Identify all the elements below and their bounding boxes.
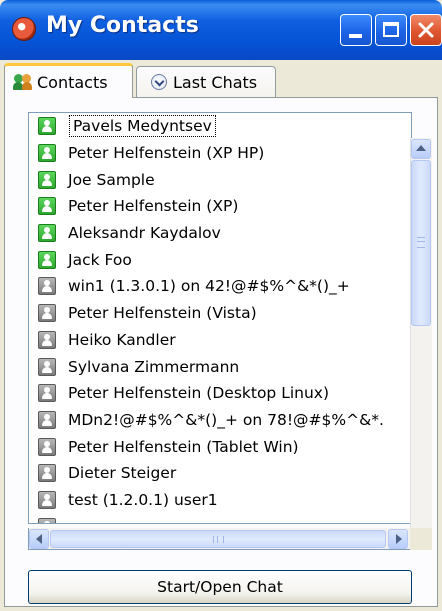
contact-name: Pavels Medyntsev — [69, 115, 216, 138]
contact-name: Peter Helfenstein (Tablet Win) — [68, 437, 299, 456]
maximize-icon — [383, 22, 399, 37]
minimize-button[interactable] — [340, 14, 372, 46]
horizontal-scrollbar-thumb[interactable] — [50, 530, 386, 548]
user-offline-icon — [38, 357, 56, 376]
contact-name: Peter Helfenstein (XP HP) — [68, 144, 265, 163]
tab-last-chats[interactable]: Last Chats — [136, 66, 276, 97]
arrow-left-icon — [36, 534, 42, 544]
user-online-icon — [38, 117, 56, 136]
contact-list-item[interactable]: Pavels Medyntsev — [29, 113, 411, 140]
contact-list-rows: Pavels Medyntsev Peter Helfenstein (XP HP… — [29, 113, 411, 523]
scroll-right-button[interactable] — [388, 529, 408, 549]
contact-name: MDn2!@#$%^&*()_+ on 78!@#$%^&*. — [68, 410, 384, 429]
user-online-icon — [38, 144, 56, 163]
arrow-right-icon — [396, 534, 402, 544]
user-offline-icon — [38, 464, 56, 483]
tab-bar: Contacts Last Chats — [0, 60, 442, 98]
contact-list-item[interactable]: Peter Helfenstein (Desktop Linux) — [29, 380, 411, 407]
contact-name: Peter Helfenstein (Desktop Linux) — [68, 384, 330, 403]
window-title: My Contacts — [46, 13, 199, 38]
user-offline-icon — [38, 330, 56, 349]
user-offline-icon — [38, 410, 56, 429]
contact-list-item[interactable]: Sylvana Zimmermann — [29, 353, 411, 380]
maximize-button[interactable] — [375, 14, 407, 46]
contact-name: Peter Helfenstein (Vista) — [68, 304, 257, 323]
vertical-scrollbar-thumb[interactable] — [411, 160, 431, 326]
contact-name: win1 (1.3.0.1) on 42!@#$%^&*()_+ — [68, 277, 350, 296]
contact-list-item[interactable]: test (1.2.0.1) user1 — [29, 487, 411, 514]
grip-icon — [417, 237, 425, 248]
contact-list-item[interactable]: Joe Sample — [29, 166, 411, 193]
user-online-icon — [38, 224, 56, 243]
title-bar[interactable]: My Contacts — [0, 0, 442, 60]
user-online-icon — [38, 250, 56, 269]
arrow-up-icon — [416, 145, 426, 151]
contact-name: Aleksandr Kaydalov — [68, 224, 221, 243]
contact-list-item[interactable]: Peter Helfenstein (Vista) — [29, 300, 411, 327]
scrollbar-corner — [410, 528, 432, 550]
scroll-up-button[interactable] — [411, 139, 431, 159]
contact-list-item[interactable] — [29, 513, 411, 523]
user-offline-icon — [38, 517, 56, 523]
contact-name: Dieter Steiger — [68, 464, 177, 483]
tab-contacts[interactable]: Contacts — [4, 63, 133, 98]
user-offline-icon — [38, 304, 56, 323]
user-offline-icon — [38, 437, 56, 456]
app-logo-icon — [12, 17, 36, 41]
close-button[interactable] — [410, 14, 442, 46]
contact-list-item[interactable]: Peter Helfenstein (Tablet Win) — [29, 433, 411, 460]
user-online-icon — [38, 197, 56, 216]
contact-list-item[interactable]: Peter Helfenstein (XP HP) — [29, 140, 411, 167]
close-icon — [418, 22, 434, 38]
contact-name: Peter Helfenstein (XP) — [68, 197, 239, 216]
contact-name: Sylvana Zimmermann — [68, 357, 240, 376]
user-offline-icon — [38, 384, 56, 403]
tab-contacts-label: Contacts — [37, 72, 108, 92]
contact-list[interactable]: Pavels Medyntsev Peter Helfenstein (XP HP… — [28, 112, 412, 524]
scroll-left-button[interactable] — [29, 529, 49, 549]
contact-name: Jack Foo — [68, 250, 132, 269]
user-online-icon — [38, 170, 56, 189]
contacts-icon — [13, 73, 33, 91]
user-offline-icon — [38, 277, 56, 296]
start-open-chat-button[interactable]: Start/Open Chat — [28, 570, 412, 604]
contact-name: Heiko Kandler — [68, 330, 176, 349]
tab-last-chats-label: Last Chats — [173, 72, 258, 92]
contact-list-item[interactable]: MDn2!@#$%^&*()_+ on 78!@#$%^&*. — [29, 407, 411, 434]
grip-icon — [213, 536, 224, 543]
user-offline-icon — [38, 490, 56, 509]
contact-list-item[interactable]: Dieter Steiger — [29, 460, 411, 487]
contact-list-item[interactable]: Aleksandr Kaydalov — [29, 220, 411, 247]
contact-list-item[interactable]: Peter Helfenstein (XP) — [29, 193, 411, 220]
contact-name: Joe Sample — [68, 170, 155, 189]
contact-list-item[interactable]: Jack Foo — [29, 246, 411, 273]
contact-list-item[interactable]: Heiko Kandler — [29, 327, 411, 354]
minimize-icon — [349, 34, 362, 38]
contact-list-item[interactable]: win1 (1.3.0.1) on 42!@#$%^&*()_+ — [29, 273, 411, 300]
my-contacts-window: My Contacts Contacts Last Chats Pavels M — [0, 0, 442, 611]
chevron-down-circle-icon — [151, 74, 167, 90]
contact-name: test (1.2.0.1) user1 — [68, 490, 218, 509]
